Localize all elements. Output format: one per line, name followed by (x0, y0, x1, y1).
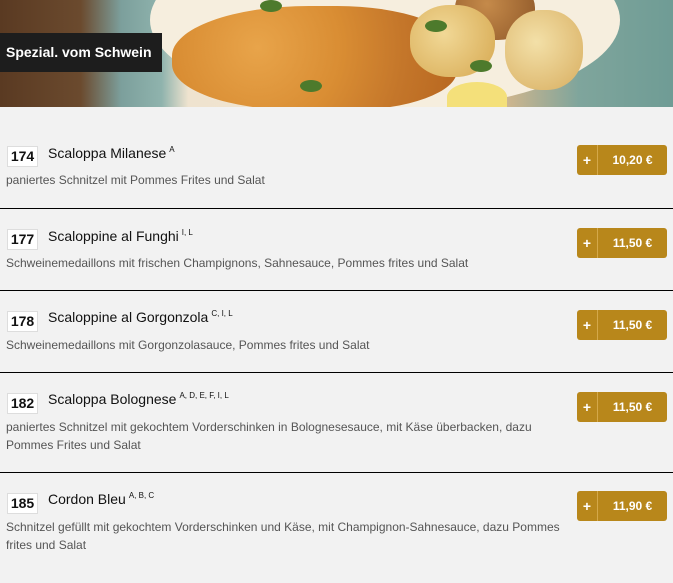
parsley-image (425, 20, 447, 32)
item-price: 11,50 € (612, 318, 653, 332)
item-price: 10,20 € (612, 153, 653, 167)
item-name: Scaloppa Bolognese A, D, E, F, I, L (48, 391, 229, 407)
plus-icon: + (577, 145, 598, 175)
item-description-line: frites und Salat (6, 538, 87, 552)
add-to-cart-button[interactable]: + 11,50 € (577, 310, 667, 340)
item-number: 178 (7, 311, 38, 332)
allergen-codes: C, I, L (211, 309, 233, 319)
parsley-image (260, 0, 282, 12)
item-description: Schweinemedaillons mit Gorgonzolasauce, … (6, 338, 370, 352)
item-name: Scaloppine al Funghi I, L (48, 228, 193, 244)
potato-image (505, 10, 583, 90)
item-description-line: Pommes Frites und Salat (6, 438, 141, 452)
add-to-cart-button[interactable]: + 11,50 € (577, 228, 667, 258)
add-to-cart-button[interactable]: + 10,20 € (577, 145, 667, 175)
plus-icon: + (577, 392, 598, 422)
item-name: Scaloppine al Gorgonzola C, I, L (48, 309, 233, 325)
menu-item: 182 Scaloppa Bolognese A, D, E, F, I, L p… (0, 373, 673, 473)
item-name-text: Scaloppa Milanese (48, 145, 167, 161)
menu-item: 178 Scaloppine al Gorgonzola C, I, L Schw… (0, 291, 673, 373)
item-name-text: Scaloppine al Gorgonzola (48, 309, 209, 325)
menu-item: 185 Cordon Bleu A, B, C Schnitzel gefüllt… (0, 473, 673, 583)
item-number: 177 (7, 229, 38, 250)
category-hero-image: Spezial. vom Schwein (0, 0, 673, 107)
item-description-line: Schnitzel gefüllt mit gekochtem Vordersc… (6, 520, 560, 534)
allergen-codes: I, L (181, 228, 193, 238)
item-name-text: Scaloppine al Funghi (48, 228, 179, 244)
item-name-text: Cordon Bleu (48, 491, 126, 507)
item-price: 11,90 € (612, 499, 653, 513)
item-number: 182 (7, 393, 38, 414)
plus-icon: + (577, 228, 598, 258)
item-price: 11,50 € (612, 236, 653, 250)
item-number: 174 (7, 146, 38, 167)
allergen-codes: A, D, E, F, I, L (179, 391, 229, 401)
item-price: 11,50 € (612, 400, 653, 414)
item-description: paniertes Schnitzel mit gekochtem Vorder… (6, 418, 532, 454)
plus-icon: + (577, 310, 598, 340)
menu-item: 177 Scaloppine al Funghi I, L Schweinemed… (0, 209, 673, 291)
parsley-image (470, 60, 492, 72)
add-to-cart-button[interactable]: + 11,90 € (577, 491, 667, 521)
item-description: paniertes Schnitzel mit Pommes Frites un… (6, 173, 265, 187)
item-name: Scaloppa Milanese A (48, 145, 175, 161)
allergen-codes: A, B, C (128, 491, 155, 501)
item-name: Cordon Bleu A, B, C (48, 491, 154, 507)
allergen-codes: A (169, 145, 175, 155)
item-description-line: paniertes Schnitzel mit gekochtem Vorder… (6, 420, 532, 434)
add-to-cart-button[interactable]: + 11,50 € (577, 392, 667, 422)
item-number: 185 (7, 493, 38, 514)
menu-item: 174 Scaloppa Milanese A paniertes Schnitz… (0, 107, 673, 209)
item-name-text: Scaloppa Bolognese (48, 391, 177, 407)
lemon-image (447, 82, 507, 107)
item-description: Schweinemedaillons mit frischen Champign… (6, 256, 469, 270)
category-title: Spezial. vom Schwein (0, 33, 162, 72)
plus-icon: + (577, 491, 598, 521)
item-description: Schnitzel gefüllt mit gekochtem Vordersc… (6, 518, 560, 554)
parsley-image (300, 80, 322, 92)
